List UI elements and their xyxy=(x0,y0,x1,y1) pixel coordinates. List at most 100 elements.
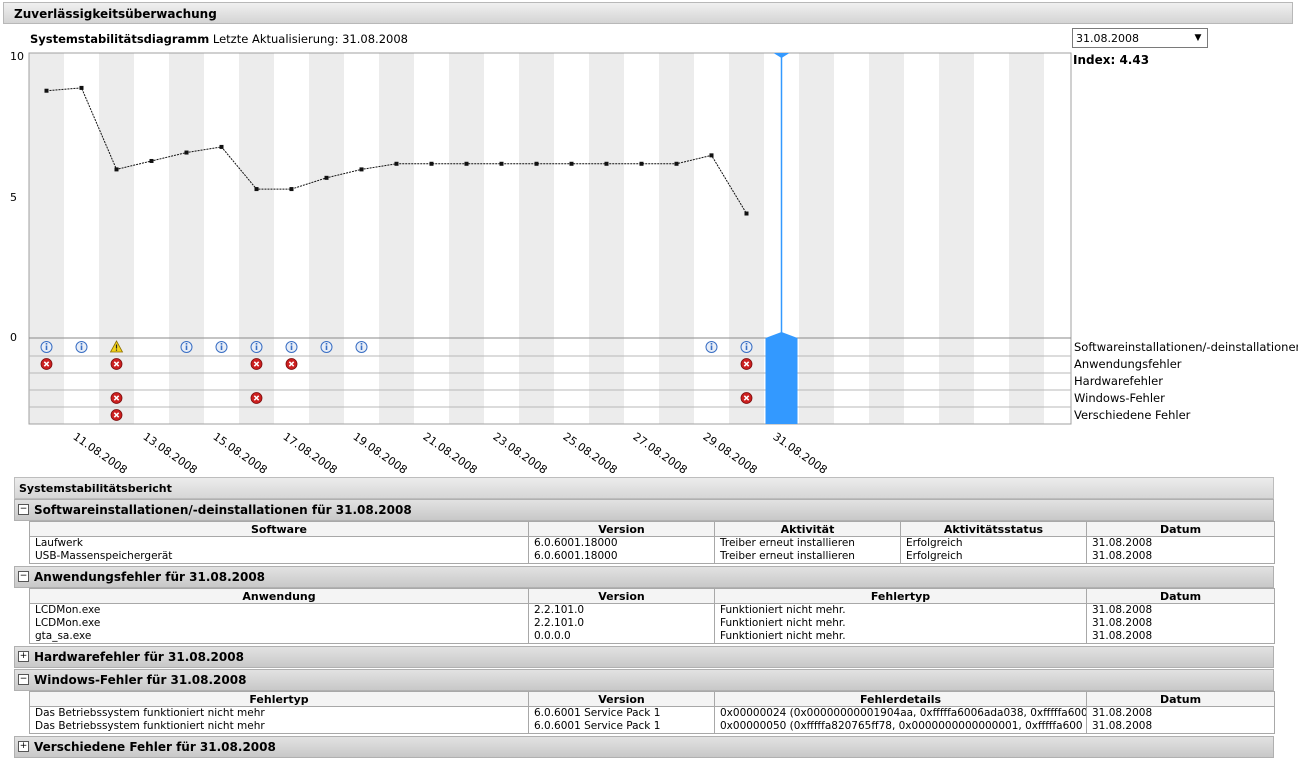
table-cell: USB-Massenspeichergerät xyxy=(29,550,529,564)
info-icon-bar xyxy=(220,345,223,350)
section-app-errors[interactable]: − Anwendungsfehler für 31.08.2008 xyxy=(14,566,1274,588)
data-point xyxy=(254,187,259,192)
table-cell: gta_sa.exe xyxy=(29,630,529,644)
y-tick-label: 5 xyxy=(10,190,17,204)
table-cell: 0x00000050 (0xfffffa820765ff78, 0x000000… xyxy=(714,720,1087,734)
column-header[interactable]: Datum xyxy=(1086,691,1275,707)
data-point xyxy=(499,161,504,166)
info-icon-bar xyxy=(325,345,328,350)
data-point xyxy=(604,161,609,166)
collapse-icon[interactable]: − xyxy=(18,504,29,515)
table-row[interactable]: USB-Massenspeichergerät 6.0.6001.18000 Tre… xyxy=(29,550,1275,564)
column-header[interactable]: Datum xyxy=(1086,588,1275,604)
table-row[interactable]: gta_sa.exe 0.0.0.0 Funktioniert nicht mehr… xyxy=(29,630,1275,644)
info-icon-dot xyxy=(325,343,328,345)
chart-stripe xyxy=(589,53,624,424)
column-header[interactable]: Anwendung xyxy=(29,588,529,604)
table-row[interactable]: LCDMon.exe 2.2.101.0 Funktioniert nicht me… xyxy=(29,603,1275,617)
info-icon-bar xyxy=(745,345,748,350)
info-icon-dot xyxy=(80,343,83,345)
app-errors-table: Anwendung Version Fehlertyp Datum LCDMon.exe… xyxy=(29,588,1275,644)
column-header[interactable]: Version xyxy=(528,588,715,604)
data-point xyxy=(149,158,154,163)
column-header[interactable]: Fehlerdetails xyxy=(714,691,1087,707)
column-header[interactable]: Fehlertyp xyxy=(29,691,529,707)
info-icon-dot xyxy=(710,343,713,345)
software-table: Software Version Aktivität Aktivitätsstatus… xyxy=(29,521,1275,564)
table-row[interactable]: Das Betriebssystem funktioniert nicht me… xyxy=(29,706,1275,720)
chart-stripe xyxy=(519,53,554,424)
info-icon-bar xyxy=(710,345,713,350)
data-point xyxy=(534,161,539,166)
data-point xyxy=(184,150,189,155)
table-row[interactable]: LCDMon.exe 2.2.101.0 Funktioniert nicht me… xyxy=(29,617,1275,630)
column-header[interactable]: Fehlertyp xyxy=(714,588,1087,604)
table-row[interactable]: Das Betriebssystem funktioniert nicht me… xyxy=(29,720,1275,734)
info-icon-dot xyxy=(45,343,48,345)
collapse-icon[interactable]: − xyxy=(18,571,29,582)
data-point xyxy=(674,161,679,166)
section-misc[interactable]: + Verschiedene Fehler für 31.08.2008 xyxy=(14,736,1274,758)
data-point xyxy=(289,187,294,192)
column-header[interactable]: Software xyxy=(29,521,529,537)
table-cell: Das Betriebssystem funktioniert nicht me… xyxy=(29,720,529,734)
info-icon-bar xyxy=(255,345,258,350)
data-point xyxy=(359,167,364,172)
data-point xyxy=(744,211,749,216)
expand-icon[interactable]: + xyxy=(18,741,29,752)
table-row[interactable]: Laufwerk 6.0.6001.18000 Treiber erneut ins… xyxy=(29,536,1275,550)
collapse-icon[interactable]: − xyxy=(18,674,29,685)
section-hardware-title: Hardwarefehler für 31.08.2008 xyxy=(34,650,244,664)
table-cell: Funktioniert nicht mehr. xyxy=(714,617,1087,630)
data-point xyxy=(114,167,119,172)
column-header[interactable]: Aktivität xyxy=(714,521,901,537)
table-cell: Laufwerk xyxy=(29,536,529,550)
data-point xyxy=(324,175,329,180)
section-windows-errors[interactable]: − Windows-Fehler für 31.08.2008 xyxy=(14,669,1274,691)
table-cell: Treiber erneut installieren xyxy=(714,550,901,564)
chart-stripe xyxy=(659,53,694,424)
table-cell: 2.2.101.0 xyxy=(528,617,715,630)
section-software-title: Softwareinstallationen/-deinstallationen… xyxy=(34,503,412,517)
column-header[interactable]: Version xyxy=(528,521,715,537)
info-icon-bar xyxy=(45,345,48,350)
column-header[interactable]: Version xyxy=(528,691,715,707)
table-cell: Funktioniert nicht mehr. xyxy=(714,630,1087,644)
data-point xyxy=(464,161,469,166)
chart-stripe xyxy=(379,53,414,424)
chart-stripe xyxy=(869,53,904,424)
event-row-label: Verschiedene Fehler xyxy=(1074,408,1191,422)
data-point xyxy=(219,144,224,149)
table-cell: 31.08.2008 xyxy=(1086,720,1275,734)
chart-stripe xyxy=(169,53,204,424)
event-row-label: Hardwarefehler xyxy=(1074,374,1163,388)
table-cell: Funktioniert nicht mehr. xyxy=(714,603,1087,617)
info-icon-dot xyxy=(255,343,258,345)
chart-stripe xyxy=(309,53,344,424)
table-cell: 31.08.2008 xyxy=(1086,550,1275,564)
table-cell: 6.0.6001.18000 xyxy=(528,550,715,564)
data-point xyxy=(44,88,49,93)
table-cell: Das Betriebssystem funktioniert nicht me… xyxy=(29,706,529,720)
selection-column xyxy=(765,332,798,424)
table-cell: 6.0.6001.18000 xyxy=(528,536,715,550)
table-cell: Erfolgreich xyxy=(900,550,1087,564)
info-icon-bar xyxy=(80,345,83,350)
info-icon-bar xyxy=(290,345,293,350)
section-software[interactable]: − Softwareinstallationen/-deinstallation… xyxy=(14,499,1274,521)
expand-icon[interactable]: + xyxy=(18,651,29,662)
warning-icon-mark xyxy=(115,344,118,349)
section-windows-errors-title: Windows-Fehler für 31.08.2008 xyxy=(34,673,247,687)
table-cell: 2.2.101.0 xyxy=(528,603,715,617)
info-icon-dot xyxy=(220,343,223,345)
chart-stripe xyxy=(1009,53,1044,424)
column-header[interactable]: Aktivitätsstatus xyxy=(900,521,1087,537)
table-cell: 31.08.2008 xyxy=(1086,603,1275,617)
warning-icon-dot xyxy=(115,349,118,351)
section-hardware[interactable]: + Hardwarefehler für 31.08.2008 xyxy=(14,646,1274,668)
column-header[interactable]: Datum xyxy=(1086,521,1275,537)
report-title: Systemstabilitätsbericht xyxy=(19,482,172,495)
table-cell: 0x00000024 (0x00000000001904aa, 0xfffffa… xyxy=(714,706,1087,720)
data-point xyxy=(79,85,84,90)
table-cell: LCDMon.exe xyxy=(29,617,529,630)
